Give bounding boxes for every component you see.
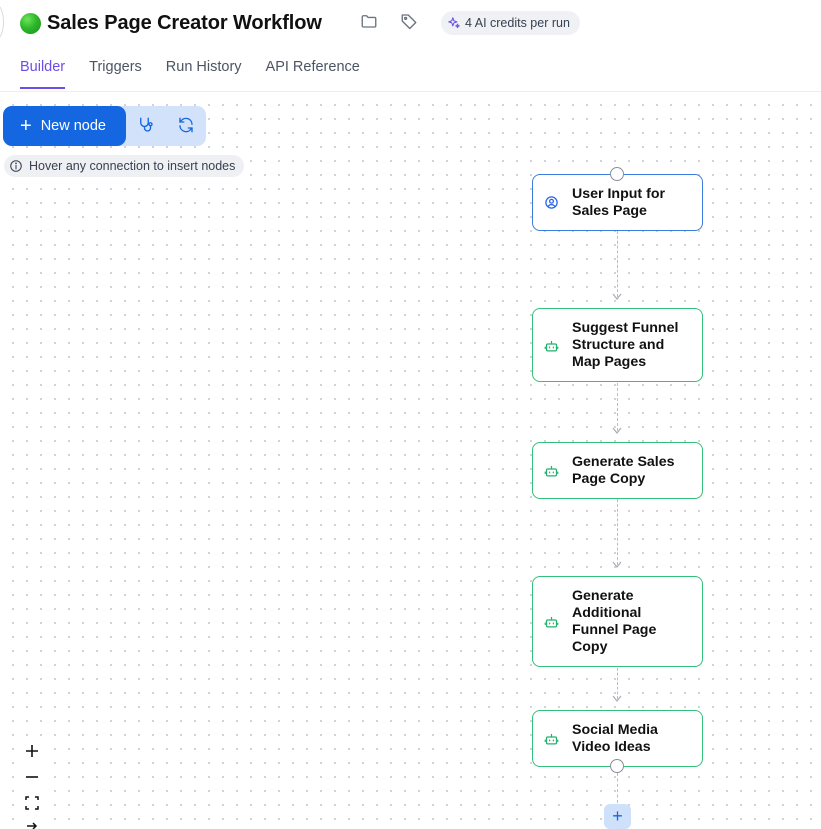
arrow-down-icon bbox=[612, 293, 622, 300]
node-generate-additional-funnel-copy[interactable]: Generate Additional Funnel Page Copy bbox=[532, 576, 703, 667]
connection-2[interactable] bbox=[617, 383, 618, 431]
node-label-line: Video Ideas bbox=[572, 739, 651, 755]
node-label-line: Map Pages bbox=[572, 354, 647, 370]
robot-icon bbox=[544, 615, 560, 631]
insert-nodes-hint: Hover any connection to insert nodes bbox=[4, 155, 245, 177]
connection-5[interactable] bbox=[617, 773, 618, 803]
robot-icon bbox=[544, 732, 560, 748]
minus-icon bbox=[25, 776, 38, 778]
node-generate-sales-page-copy[interactable]: Generate Sales Page Copy bbox=[532, 442, 703, 499]
node-label: Social Media Video Ideas bbox=[572, 722, 694, 756]
node-suggest-funnel-structure[interactable]: Suggest Funnel Structure and Map Pages bbox=[532, 308, 703, 382]
robot-icon bbox=[544, 464, 560, 480]
workflow-status-icon bbox=[20, 12, 41, 34]
node-label: Generate Sales Page Copy bbox=[572, 454, 694, 488]
tab-api-reference[interactable]: API Reference bbox=[266, 58, 360, 78]
zoom-out-button[interactable] bbox=[18, 764, 45, 790]
zoom-controls bbox=[18, 738, 45, 829]
node-label: Generate Additional Funnel Page Copy bbox=[572, 588, 694, 656]
arrow-down-icon bbox=[612, 561, 622, 568]
hint-text: Hover any connection to insert nodes bbox=[29, 159, 236, 173]
stethoscope-icon[interactable] bbox=[137, 116, 157, 136]
node-label-line: Structure and bbox=[572, 337, 665, 353]
tab-builder[interactable]: Builder bbox=[20, 58, 66, 89]
tab-run-history[interactable]: Run History bbox=[166, 58, 242, 78]
fit-view-icon bbox=[24, 796, 39, 810]
node-label-line: Page Copy bbox=[572, 471, 646, 487]
auto-layout-button[interactable] bbox=[18, 816, 45, 829]
node-label-line: Funnel Page bbox=[572, 622, 657, 638]
refresh-icon[interactable] bbox=[177, 116, 197, 136]
add-node-button[interactable]: + bbox=[604, 804, 631, 829]
workflow-header: Sales Page Creator Workflow 4 AI credits… bbox=[0, 0, 821, 92]
tab-triggers[interactable]: Triggers bbox=[89, 58, 142, 78]
plus-icon: + bbox=[20, 115, 32, 137]
arrow-right-icon bbox=[26, 821, 37, 829]
node-label-line: Generate Sales bbox=[572, 454, 675, 470]
new-node-button[interactable]: + New node bbox=[3, 106, 126, 146]
connection-3[interactable] bbox=[617, 499, 618, 565]
canvas-toolbar: + New node bbox=[3, 106, 206, 146]
node-label-line: Generate bbox=[572, 588, 634, 604]
workflow-title[interactable]: Sales Page Creator Workflow bbox=[47, 12, 322, 35]
ai-credits-badge: 4 AI credits per run bbox=[441, 11, 580, 35]
sidebar-toggle[interactable] bbox=[0, 4, 4, 40]
node-label-line: User Input for bbox=[572, 186, 666, 202]
node-label: User Input for Sales Page bbox=[572, 186, 694, 220]
arrow-down-icon bbox=[612, 695, 622, 702]
zoom-in-button[interactable] bbox=[18, 738, 45, 764]
tag-icon[interactable] bbox=[400, 12, 420, 32]
node-label-line: Sales Page bbox=[572, 203, 647, 219]
sparkle-icon bbox=[448, 17, 460, 29]
connection-1[interactable] bbox=[617, 231, 618, 297]
fit-view-button[interactable] bbox=[18, 790, 45, 816]
node-user-input[interactable]: User Input for Sales Page bbox=[532, 174, 703, 231]
folder-icon[interactable] bbox=[360, 12, 380, 32]
credits-label: 4 AI credits per run bbox=[465, 16, 570, 30]
new-node-label: New node bbox=[40, 118, 106, 134]
info-icon bbox=[10, 160, 22, 172]
plus-icon bbox=[25, 745, 38, 757]
user-circle-icon bbox=[544, 195, 560, 211]
robot-icon bbox=[544, 339, 560, 355]
node-label: Suggest Funnel Structure and Map Pages bbox=[572, 320, 694, 371]
node-label-line: Suggest Funnel bbox=[572, 320, 679, 336]
arrow-down-icon bbox=[612, 427, 622, 434]
node-label-line: Copy bbox=[572, 639, 608, 655]
output-port[interactable] bbox=[610, 759, 624, 773]
plus-icon: + bbox=[612, 806, 623, 826]
input-port[interactable] bbox=[610, 167, 624, 181]
node-label-line: Social Media bbox=[572, 722, 658, 738]
tab-bar: Builder Triggers Run History API Referen… bbox=[20, 58, 384, 89]
node-label-line: Additional bbox=[572, 605, 642, 621]
title-row: Sales Page Creator Workflow bbox=[20, 10, 322, 36]
